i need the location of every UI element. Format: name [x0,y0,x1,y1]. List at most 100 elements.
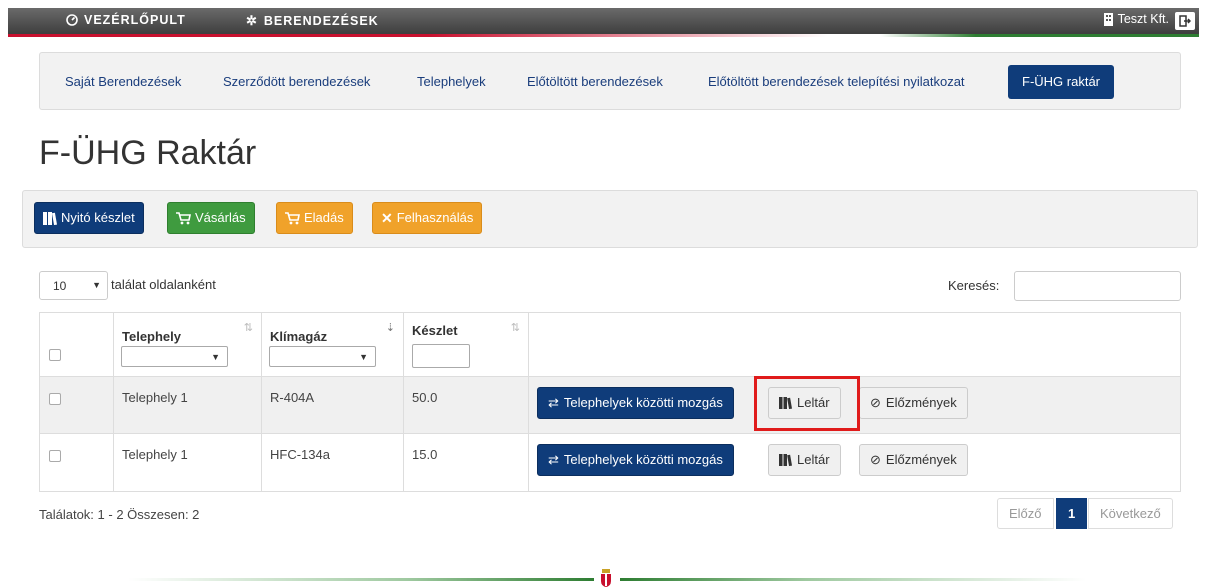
sale-button[interactable]: Eladás [276,202,353,234]
header-gas-cell[interactable]: Klímagáz ⇣ ▼ [262,313,404,376]
stock-cell: 50.0 [404,377,529,433]
gas-cell: R-404A [262,377,404,433]
sale-label: Eladás [304,210,344,225]
site-cell: Telephely 1 [114,434,262,491]
sort-icon[interactable]: ⇅ [244,321,253,334]
move-between-sites-button[interactable]: ⇄ Telephelyek közötti mozgás [537,444,734,476]
header-site-label: Telephely [122,329,182,344]
flag-stripe-red [8,34,428,37]
sub-navigation: Saját Berendezések Szerződött berendezés… [39,52,1181,110]
tab-prefilled-declaration[interactable]: Előtöltött berendezések telepítési nyila… [708,74,965,89]
table-header-row: Telephely ⇅ ▼ Klímagáz ⇣ ▼ Készlet ⇅ [40,313,1180,377]
flag-stripe-green [880,34,1199,37]
header-stock-label: Készlet [412,323,458,338]
inventory-button[interactable]: Leltár [768,444,841,476]
stock-value: 50.0 [412,390,438,405]
table-row: Telephely 1 HFC-134a 15.0 ⇄ Telephelyek … [40,434,1180,491]
move-between-sites-button[interactable]: ⇄ Telephelyek közötti mozgás [537,387,734,419]
cart-icon [176,211,191,224]
inventory-button[interactable]: Leltár [768,387,841,419]
header-actions-cell [529,313,1180,376]
company-name: Teszt Kft. [1117,12,1169,26]
footer-line-right [620,578,1086,581]
usage-button[interactable]: ✕ Felhasználás [372,202,483,234]
history-button[interactable]: ⊘ Előzmények [859,387,968,419]
logout-button[interactable] [1175,12,1195,30]
tab-sites[interactable]: Telephelyek [417,74,486,89]
gas-value: HFC-134a [270,447,330,462]
gas-value: R-404A [270,390,315,405]
gas-filter-select[interactable]: ▼ [269,346,376,367]
opening-stock-label: Nyitó készlet [61,210,135,225]
pagination-page-1[interactable]: 1 [1056,498,1088,529]
sort-desc-icon[interactable]: ⇣ [386,321,395,334]
row-checkbox[interactable] [49,450,61,462]
dashboard-icon [66,14,78,26]
stock-filter-input[interactable] [412,344,470,368]
history-icon: ⊘ [870,452,881,467]
cart-icon [285,211,300,224]
site-filter-select[interactable]: ▼ [121,346,228,367]
purchase-label: Vásárlás [195,210,246,225]
gas-cell: HFC-134a [262,434,404,491]
warehouse-table: Telephely ⇅ ▼ Klímagáz ⇣ ▼ Készlet ⇅ Tel… [39,312,1181,492]
move-between-sites-label: Telephelyek közötti mozgás [563,452,723,467]
company-menu[interactable]: Teszt Kft. [1103,12,1169,26]
gear-icon: ✲ [246,13,258,28]
book-icon [779,397,792,409]
logout-icon [1179,15,1191,27]
flag-stripe-fade [428,34,828,37]
chevron-down-icon: ▼ [92,280,101,290]
chevron-down-icon: ▼ [359,352,368,362]
top-navbar: VEZÉRLŐPULT ✲ BERENDEZÉSEK Teszt Kft. [8,8,1199,34]
row-actions-cell: ⇄ Telephelyek közötti mozgás Leltár ⊘ El… [529,434,1180,491]
row-select-cell [40,434,114,491]
tab-own-equipment[interactable]: Saját Berendezések [65,74,181,89]
row-checkbox[interactable] [49,393,61,405]
stock-value: 15.0 [412,447,438,462]
footer-line-left [128,578,594,581]
action-toolbar: Nyitó készlet Vásárlás Eladás ✕ Felhaszn… [22,190,1198,248]
nav-dashboard[interactable]: VEZÉRLŐPULT [66,13,186,27]
stock-cell: 15.0 [404,434,529,491]
results-info: Találatok: 1 - 2 Összesen: 2 [39,507,200,522]
wrench-icon: ✕ [381,210,393,226]
nav-equipment-label: BERENDEZÉSEK [263,14,379,28]
site-value: Telephely 1 [122,447,188,462]
book-icon [43,211,57,225]
opening-stock-button[interactable]: Nyitó készlet [34,202,144,234]
header-site-cell[interactable]: Telephely ⇅ ▼ [114,313,262,376]
purchase-button[interactable]: Vásárlás [167,202,255,234]
table-row: Telephely 1 R-404A 50.0 ⇄ Telephelyek kö… [40,377,1180,434]
site-value: Telephely 1 [122,390,188,405]
history-label: Előzmények [885,452,957,467]
header-stock-cell[interactable]: Készlet ⇅ [404,313,529,376]
select-all-checkbox[interactable] [49,349,61,361]
coat-of-arms-icon [601,569,611,587]
transfer-icon: ⇄ [548,395,559,410]
page-length-value: 10 [53,279,67,293]
history-button[interactable]: ⊘ Előzmények [859,444,968,476]
move-between-sites-label: Telephelyek közötti mozgás [563,395,723,410]
usage-label: Felhasználás [396,210,474,225]
tab-fghg-warehouse[interactable]: F-ÜHG raktár [1008,65,1114,99]
pagination-next[interactable]: Következő [1088,498,1173,529]
header-gas-label: Klímagáz [270,329,328,344]
page-length-select[interactable]: 10 ▼ [39,271,108,300]
page-title: F-ÜHG Raktár [39,134,257,172]
header-select-cell [40,313,114,376]
transfer-icon: ⇄ [548,452,559,467]
search-input[interactable] [1014,271,1181,301]
history-icon: ⊘ [870,395,881,410]
tab-prefilled-equipment[interactable]: Előtöltött berendezések [527,74,663,89]
nav-equipment[interactable]: ✲ BERENDEZÉSEK [246,13,379,29]
inventory-label: Leltár [797,395,830,410]
tab-contracted-equipment[interactable]: Szerződött berendezések [223,74,370,89]
book-icon [779,454,792,466]
chevron-down-icon: ▼ [211,352,220,362]
sort-icon[interactable]: ⇅ [511,321,520,334]
nav-dashboard-label: VEZÉRLŐPULT [84,13,186,27]
pagination-prev[interactable]: Előző [997,498,1054,529]
building-icon [1103,12,1113,26]
site-cell: Telephely 1 [114,377,262,433]
